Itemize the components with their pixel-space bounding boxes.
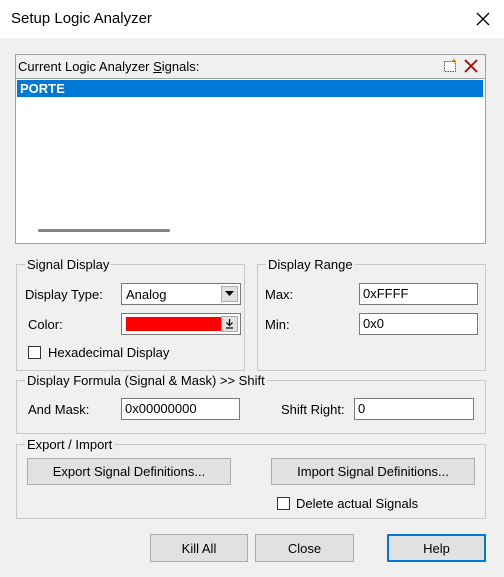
import-signal-definitions-button[interactable]: Import Signal Definitions...: [271, 458, 475, 485]
new-signal-button[interactable]: [441, 57, 459, 75]
export-import-group-label: Export / Import: [25, 437, 115, 452]
display-formula-group-label: Display Formula (Signal & Mask) >> Shift: [25, 373, 267, 388]
display-type-value: Analog: [126, 287, 167, 302]
color-swatch: [126, 317, 222, 331]
download-arrow-icon: [226, 319, 233, 329]
window-close-button[interactable]: [466, 4, 500, 34]
display-type-dropdown-button[interactable]: [221, 286, 238, 302]
max-label: Max:: [265, 287, 294, 302]
hexadecimal-display-checkbox[interactable]: [28, 346, 41, 359]
window-title: Setup Logic Analyzer: [11, 10, 152, 27]
export-signal-definitions-button[interactable]: Export Signal Definitions...: [27, 458, 231, 485]
min-label: Min:: [265, 317, 290, 332]
delete-actual-signals-label: Delete actual Signals: [296, 496, 419, 511]
new-item-icon: [444, 58, 457, 72]
hexadecimal-display-label: Hexadecimal Display: [48, 345, 170, 360]
help-button[interactable]: Help: [387, 534, 486, 562]
delete-signal-button[interactable]: [462, 57, 480, 75]
min-input[interactable]: 0x0: [359, 313, 478, 335]
color-label: Color:: [28, 317, 63, 332]
chevron-down-icon: [225, 291, 234, 296]
close-icon: [476, 12, 490, 26]
delete-actual-signals-checkbox[interactable]: [277, 497, 290, 510]
delete-icon: [464, 59, 478, 73]
color-picker[interactable]: [121, 313, 241, 335]
display-type-label: Display Type:: [25, 287, 103, 302]
close-button[interactable]: Close: [255, 534, 354, 562]
color-dropdown-button[interactable]: [221, 316, 238, 332]
shift-right-input[interactable]: 0: [354, 398, 474, 420]
signals-listbox[interactable]: PORTE: [16, 78, 485, 243]
shift-right-label: Shift Right:: [281, 402, 345, 417]
display-range-group-label: Display Range: [266, 257, 355, 272]
signal-display-group-label: Signal Display: [25, 257, 112, 272]
signals-label: Current Logic Analyzer Signals:: [18, 59, 200, 74]
display-type-select[interactable]: Analog: [121, 283, 241, 305]
kill-all-button[interactable]: Kill All: [150, 534, 248, 562]
and-mask-label: And Mask:: [28, 402, 90, 417]
horizontal-scrollbar-thumb[interactable]: [38, 229, 170, 232]
max-input[interactable]: 0xFFFF: [359, 283, 478, 305]
list-item[interactable]: PORTE: [17, 80, 483, 97]
and-mask-input[interactable]: 0x00000000: [121, 398, 240, 420]
